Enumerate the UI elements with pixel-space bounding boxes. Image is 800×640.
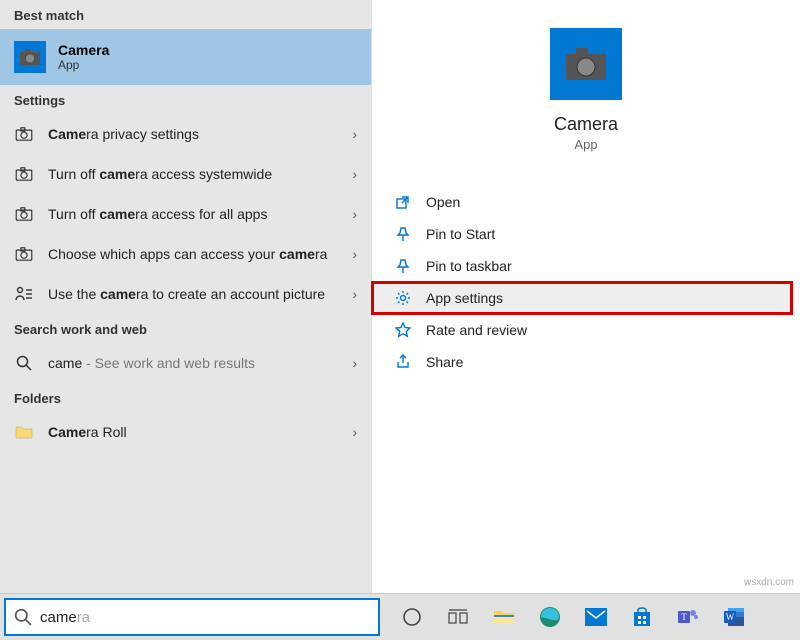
best-match-camera[interactable]: Camera App — [0, 29, 371, 85]
chevron-right-icon: › — [352, 246, 357, 262]
task-view-icon[interactable] — [436, 594, 480, 640]
web-result-came[interactable]: came - See work and web results › — [0, 343, 371, 383]
chevron-right-icon: › — [352, 355, 357, 371]
folder-label: Camera Roll — [48, 423, 338, 441]
search-icon — [6, 608, 40, 626]
edge-icon[interactable] — [528, 594, 572, 640]
svg-text:W: W — [726, 612, 735, 622]
file-explorer-icon[interactable] — [482, 594, 526, 640]
start-search-window: Best match Camera App Settings Camera pr… — [0, 0, 800, 594]
camera-outline-icon — [14, 207, 34, 221]
action-label: Open — [426, 194, 460, 210]
settings-result-label: Use the camera to create an account pict… — [48, 285, 338, 303]
web-result-label: came - See work and web results — [48, 354, 338, 372]
open-icon — [394, 194, 412, 210]
camera-outline-icon — [14, 127, 34, 141]
folders-header: Folders — [0, 383, 371, 412]
store-icon[interactable] — [620, 594, 664, 640]
chevron-right-icon: › — [352, 126, 357, 142]
folder-icon — [14, 425, 34, 439]
camera-app-icon — [14, 41, 46, 73]
action-share[interactable]: Share — [372, 346, 792, 378]
action-label: Pin to Start — [426, 226, 495, 242]
action-pin-to-taskbar[interactable]: Pin to taskbar — [372, 250, 792, 282]
settings-result-label: Camera privacy settings — [48, 125, 338, 143]
settings-result-0[interactable]: Camera privacy settings › — [0, 114, 371, 154]
pin-icon — [394, 226, 412, 242]
action-app-settings[interactable]: App settings — [372, 282, 792, 314]
svg-text:T: T — [681, 612, 687, 622]
settings-result-label: Choose which apps can access your camera — [48, 245, 338, 263]
search-web-header: Search work and web — [0, 314, 371, 343]
best-match-subtitle: App — [58, 58, 109, 72]
preview-subtitle: App — [574, 137, 597, 152]
share-icon — [394, 354, 412, 370]
taskbar: camera T W — [0, 594, 800, 640]
best-match-title: Camera — [58, 42, 109, 58]
watermark: wsxdn.com — [744, 577, 794, 588]
chevron-right-icon: › — [352, 206, 357, 222]
action-open[interactable]: Open — [372, 186, 792, 218]
chevron-right-icon: › — [352, 424, 357, 440]
action-rate-and-review[interactable]: Rate and review — [372, 314, 792, 346]
settings-result-1[interactable]: Turn off camera access systemwide › — [0, 154, 371, 194]
settings-result-2[interactable]: Turn off camera access for all apps › — [0, 194, 371, 234]
action-label: App settings — [426, 290, 503, 306]
action-list: Open Pin to Start Pin to taskbar App settin… — [372, 186, 800, 378]
star-icon — [394, 322, 412, 338]
taskbar-icons: T W — [390, 594, 756, 640]
cortana-icon[interactable] — [390, 594, 434, 640]
settings-result-4[interactable]: Use the camera to create an account pict… — [0, 274, 371, 314]
action-label: Pin to taskbar — [426, 258, 512, 274]
camera-app-icon-large — [550, 28, 622, 100]
action-label: Share — [426, 354, 463, 370]
preview-pane: Camera App Open Pin to Start Pin to taskba… — [372, 0, 800, 593]
settings-header: Settings — [0, 85, 371, 114]
settings-list: Camera privacy settings›Turn off camera … — [0, 114, 371, 314]
search-icon — [14, 355, 34, 371]
pin-icon — [394, 258, 412, 274]
camera-outline-icon — [14, 247, 34, 261]
results-pane: Best match Camera App Settings Camera pr… — [0, 0, 372, 593]
best-match-header: Best match — [0, 0, 371, 29]
taskbar-search-box[interactable]: camera — [4, 598, 380, 636]
settings-result-3[interactable]: Choose which apps can access your camera… — [0, 234, 371, 274]
mail-icon[interactable] — [574, 594, 618, 640]
action-label: Rate and review — [426, 322, 527, 338]
teams-icon[interactable]: T — [666, 594, 710, 640]
settings-result-label: Turn off camera access systemwide — [48, 165, 338, 183]
camera-outline-icon — [14, 167, 34, 181]
chevron-right-icon: › — [352, 166, 357, 182]
folder-camera-roll[interactable]: Camera Roll › — [0, 412, 371, 452]
preview-title: Camera — [554, 114, 618, 135]
action-pin-to-start[interactable]: Pin to Start — [372, 218, 792, 250]
search-text: camera — [40, 609, 90, 626]
best-match-text: Camera App — [58, 42, 109, 72]
settings-result-label: Turn off camera access for all apps — [48, 205, 338, 223]
chevron-right-icon: › — [352, 286, 357, 302]
gear-icon — [394, 290, 412, 306]
word-icon[interactable]: W — [712, 594, 756, 640]
person-settings-icon — [14, 286, 34, 302]
